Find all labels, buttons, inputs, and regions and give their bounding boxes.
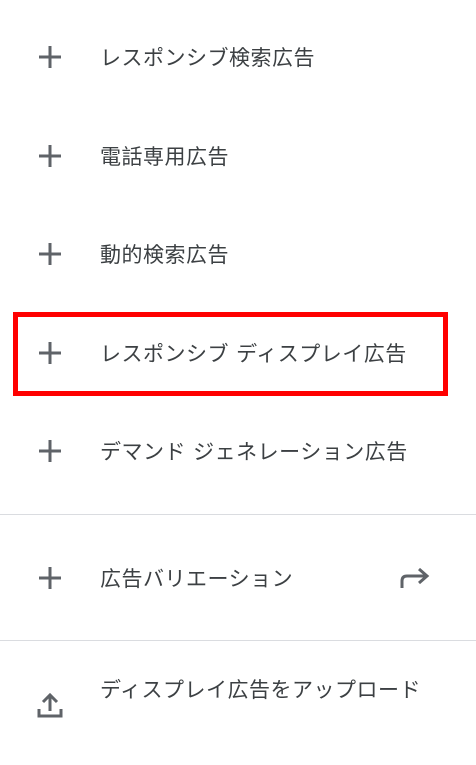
- menu-item-upload-display-ads[interactable]: ディスプレイ広告をアップロード: [0, 665, 476, 745]
- menu-item-dynamic-search-ad[interactable]: 動的検索広告: [0, 224, 476, 284]
- menu-item-label: 広告バリエーション: [100, 567, 294, 591]
- plus-icon: [36, 437, 64, 465]
- upload-icon: [34, 689, 66, 721]
- menu-item-demand-gen-ad[interactable]: デマンド ジェネレーション広告: [0, 421, 476, 481]
- plus-icon: [36, 564, 64, 592]
- menu-item-responsive-display-ad[interactable]: レスポンシブ ディスプレイ広告: [0, 323, 476, 383]
- plus-icon: [36, 240, 64, 268]
- menu-item-call-only-ad[interactable]: 電話専用広告: [0, 126, 476, 186]
- plus-icon: [36, 339, 64, 367]
- menu-item-label: レスポンシブ ディスプレイ広告: [100, 342, 407, 366]
- menu-item-label: ディスプレイ広告をアップロード: [100, 678, 422, 702]
- divider: [0, 640, 476, 641]
- menu-item-label: 電話専用広告: [100, 145, 229, 169]
- menu-item-label: デマンド ジェネレーション広告: [100, 440, 408, 464]
- menu-item-responsive-search-ad[interactable]: レスポンシブ検索広告: [0, 27, 476, 87]
- divider: [0, 514, 476, 515]
- menu-item-label: 動的検索広告: [100, 243, 229, 267]
- plus-icon: [36, 43, 64, 71]
- menu-item-label: レスポンシブ検索広告: [100, 46, 315, 70]
- plus-icon: [36, 142, 64, 170]
- menu-item-ad-variations[interactable]: 広告バリエーション: [0, 548, 476, 608]
- redo-arrow-icon[interactable]: [398, 564, 432, 592]
